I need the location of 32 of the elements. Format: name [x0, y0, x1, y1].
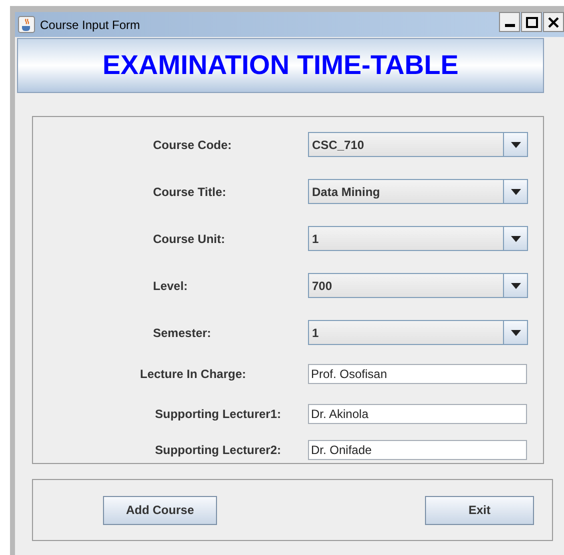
- cup-icon: [18, 16, 35, 33]
- field-label: Course Title:: [153, 184, 226, 198]
- input-field[interactable]: Prof. Osofisan: [308, 364, 527, 384]
- caret-icon: [510, 188, 520, 194]
- field-label: Course Code:: [153, 138, 232, 152]
- add-course-button[interactable]: Add Course: [103, 496, 217, 524]
- maximize-icon: [526, 16, 538, 28]
- field-label: Course Unit:: [153, 232, 225, 246]
- dropdown[interactable]: 1: [308, 226, 528, 251]
- input-field[interactable]: Dr. Akinola: [308, 404, 527, 424]
- caret-icon: [510, 282, 520, 288]
- field-label: Supporting Lecturer2:: [155, 443, 282, 457]
- caret-icon: [510, 330, 520, 336]
- caret-icon: [510, 142, 520, 148]
- field-label: Semester:: [153, 326, 212, 340]
- minimize-button[interactable]: [499, 12, 520, 32]
- header-title: EXAMINATION TIME-TABLE: [102, 49, 458, 82]
- field-label: Lecture In Charge:: [140, 366, 246, 380]
- close-button[interactable]: [543, 12, 564, 32]
- dropdown[interactable]: 700: [308, 273, 528, 298]
- minimize-icon: [504, 24, 514, 27]
- window-title: Course Input Form: [40, 16, 140, 34]
- close-icon: [548, 16, 559, 28]
- maximize-button[interactable]: [521, 12, 542, 32]
- field-label: Level:: [153, 278, 188, 292]
- dropdown[interactable]: Data Mining: [308, 179, 528, 204]
- dropdown[interactable]: CSC_710: [308, 132, 528, 157]
- input-field[interactable]: Dr. Onifade: [308, 440, 527, 460]
- exit-button[interactable]: Exit: [425, 496, 534, 524]
- dropdown[interactable]: 1: [308, 320, 528, 345]
- caret-icon: [510, 236, 520, 242]
- field-label: Supporting Lecturer1:: [155, 407, 282, 421]
